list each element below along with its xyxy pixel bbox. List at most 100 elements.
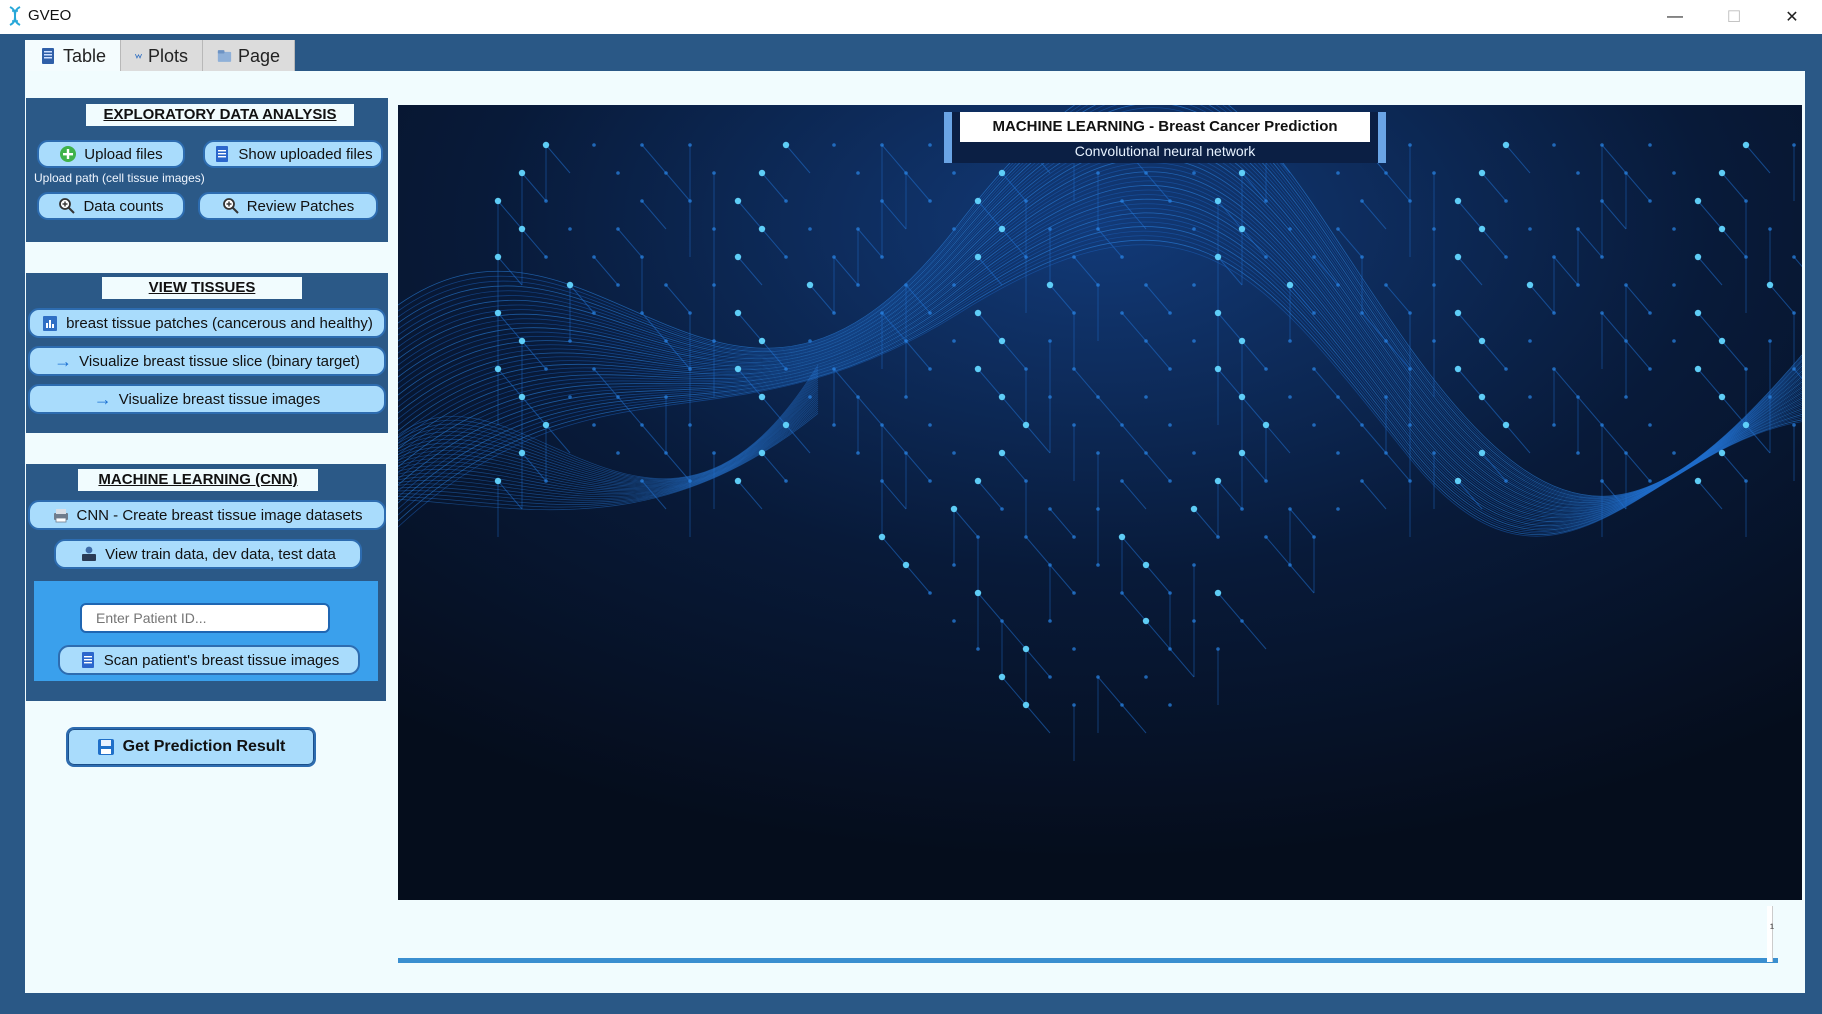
network-node <box>1718 393 1726 401</box>
network-node <box>1408 311 1412 315</box>
network-node <box>664 339 668 343</box>
network-node <box>518 337 526 345</box>
network-node <box>1168 479 1172 483</box>
network-node <box>1048 507 1052 511</box>
visualize-images-button[interactable]: → Visualize breast tissue images <box>28 384 386 414</box>
network-node <box>592 423 596 427</box>
upload-files-button[interactable]: Upload files <box>37 140 185 168</box>
network-node <box>1478 393 1486 401</box>
network-node <box>1576 283 1580 287</box>
hero-banner-image: MACHINE LEARNING - Breast Cancer Predict… <box>398 105 1802 900</box>
get-prediction-button[interactable]: Get Prediction Result <box>66 727 316 767</box>
network-node <box>1190 505 1198 513</box>
network-node <box>1312 367 1316 371</box>
network-node <box>904 451 908 455</box>
clipboard-chart-icon <box>43 316 58 331</box>
network-node <box>1142 561 1150 569</box>
network-node <box>856 227 860 231</box>
network-node <box>1288 395 1292 399</box>
tab-page-label: Page <box>237 45 281 66</box>
network-node <box>1408 199 1412 203</box>
output-text-area[interactable] <box>398 901 1778 963</box>
network-node <box>1022 421 1030 429</box>
network-node <box>544 367 548 371</box>
network-node <box>952 227 956 231</box>
network-node <box>784 367 788 371</box>
network-node <box>998 337 1006 345</box>
network-node <box>880 423 884 427</box>
network-node <box>734 197 742 205</box>
view-data-button[interactable]: View train data, dev data, test data <box>54 539 362 569</box>
network-node <box>1336 171 1340 175</box>
network-node <box>518 225 526 233</box>
patient-id-input[interactable] <box>80 603 330 633</box>
tab-plots-label: Plots <box>148 45 189 66</box>
network-node <box>592 143 596 147</box>
network-node <box>856 171 860 175</box>
arrow-right-icon: → <box>93 389 112 409</box>
data-counts-button[interactable]: Data counts <box>37 192 185 220</box>
create-datasets-label: CNN - Create breast tissue image dataset… <box>76 506 363 524</box>
network-node <box>1024 255 1028 259</box>
network-node <box>928 143 932 147</box>
network-node <box>1216 647 1220 651</box>
network-node <box>1024 479 1028 483</box>
network-node <box>1336 507 1340 511</box>
network-node <box>1264 479 1268 483</box>
network-node <box>664 283 668 287</box>
hero-title: MACHINE LEARNING - Breast Cancer Predict… <box>960 112 1370 142</box>
review-patches-button[interactable]: Review Patches <box>198 192 378 220</box>
data-counts-label: Data counts <box>83 197 164 215</box>
network-node <box>880 255 884 259</box>
visualize-slice-button[interactable]: → Visualize breast tissue slice (binary … <box>28 346 386 376</box>
network-node <box>1288 563 1292 567</box>
network-node <box>1718 449 1726 457</box>
tab-page[interactable]: Page <box>203 40 296 72</box>
network-node <box>832 423 836 427</box>
network-node <box>1432 451 1436 455</box>
network-node <box>518 393 526 401</box>
network-node <box>1024 535 1028 539</box>
network-node <box>784 199 788 203</box>
view-data-label: View train data, dev data, test data <box>105 545 336 563</box>
upload-files-label: Upload files <box>84 145 163 163</box>
maximize-button[interactable]: ☐ <box>1706 0 1762 34</box>
computer-user-icon <box>82 546 97 561</box>
network-node <box>494 309 502 317</box>
network-node <box>1214 589 1222 597</box>
network-node <box>998 169 1006 177</box>
network-node <box>1264 535 1268 539</box>
network-node <box>832 143 836 147</box>
network-node <box>782 141 790 149</box>
tissue-patches-button[interactable]: breast tissue patches (cancerous and hea… <box>28 308 386 338</box>
network-node <box>1742 141 1750 149</box>
network-node <box>568 227 572 231</box>
scan-patient-button[interactable]: Scan patient's breast tissue images <box>58 645 360 675</box>
network-node <box>688 143 692 147</box>
create-datasets-button[interactable]: CNN - Create breast tissue image dataset… <box>28 500 386 530</box>
minimize-button[interactable]: — <box>1647 0 1703 34</box>
network-node <box>1600 199 1604 203</box>
network-node <box>1454 477 1462 485</box>
network-node <box>880 143 884 147</box>
tab-plots[interactable]: Plots <box>121 40 204 72</box>
network-node <box>1312 255 1316 259</box>
network-node <box>904 395 908 399</box>
arrow-right-icon: → <box>54 351 73 371</box>
show-uploaded-files-button[interactable]: Show uploaded files <box>203 140 383 168</box>
tab-table[interactable]: Table <box>25 40 122 72</box>
network-node <box>1672 451 1676 455</box>
network-node <box>1120 591 1124 595</box>
network-node <box>1694 253 1702 261</box>
network-node <box>1504 479 1508 483</box>
close-button[interactable]: ✕ <box>1764 0 1820 34</box>
network-node <box>1360 423 1364 427</box>
network-node <box>734 309 742 317</box>
network-node <box>832 367 836 371</box>
document-icon <box>81 652 94 668</box>
network-node <box>782 421 790 429</box>
network-node <box>1192 339 1196 343</box>
network-node <box>616 395 620 399</box>
network-node <box>1096 227 1100 231</box>
network-node <box>566 281 574 289</box>
